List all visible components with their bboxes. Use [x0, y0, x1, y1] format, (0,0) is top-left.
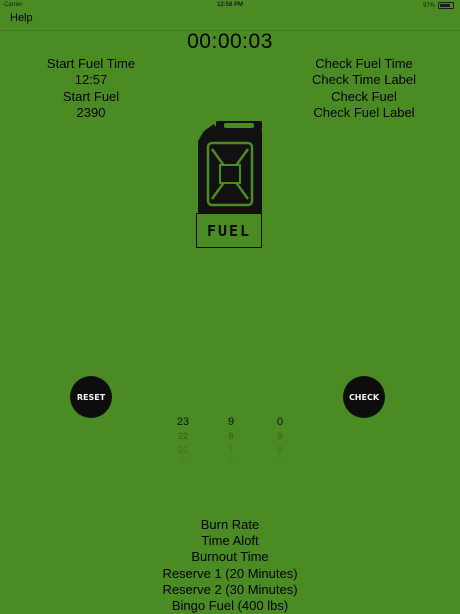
picker-value: 7 — [228, 445, 234, 455]
picker-value: 8 — [277, 445, 283, 455]
time-aloft-label: Time Aloft — [201, 533, 259, 549]
nav-bar: Help — [0, 10, 460, 31]
picker-value: 9 — [277, 431, 283, 441]
fuel-logo-text: FUEL — [206, 221, 252, 240]
picker-value: 22 — [177, 431, 188, 441]
picker-column-tens[interactable]: 0 9 8 7 — [260, 415, 300, 463]
battery-icon — [438, 2, 454, 9]
check-fuel-label: Check Fuel — [331, 88, 397, 104]
picker-value: 9 — [227, 416, 235, 428]
picker-value: 7 — [278, 457, 282, 463]
start-fuel-value: 2390 — [76, 104, 106, 120]
results-list: Burn Rate Time Aloft Burnout Time Reserv… — [0, 517, 460, 614]
burn-rate-label: Burn Rate — [200, 517, 260, 532]
battery-percent: 97% — [422, 2, 435, 9]
check-button[interactable]: CHECK — [343, 376, 385, 418]
start-fuel-label: Start Fuel — [62, 88, 120, 104]
elapsed-timer: 00:00:03 — [187, 30, 273, 53]
check-fuel-value: Check Fuel Label — [313, 104, 415, 120]
reserve-2-label: Reserve 2 (30 Minutes) — [162, 581, 298, 597]
picker-value: 6 — [229, 457, 233, 463]
reset-button[interactable]: RESET — [70, 376, 112, 418]
start-info: Start Fuel Time 12:57 Start Fuel 2390 — [1, 56, 181, 121]
picker-value: 8 — [228, 431, 234, 441]
fuel-logo: FUEL — [196, 213, 262, 248]
picker-column-thousands[interactable]: 23 22 21 20 — [163, 415, 203, 463]
jerry-can-icon — [198, 121, 262, 214]
picker-column-hundreds[interactable]: 9 8 7 6 — [211, 415, 251, 463]
clock: 12:58 PM — [216, 2, 243, 8]
picker-value: 23 — [176, 416, 190, 428]
status-bar: Carrier 12:58 PM 97% — [0, 0, 460, 10]
start-fuel-time-value: 12:57 — [74, 72, 108, 88]
burnout-time-label: Burnout Time — [191, 549, 269, 565]
start-fuel-time-label: Start Fuel Time — [46, 56, 136, 71]
picker-value: 21 — [177, 445, 188, 455]
battery-indicator: 97% — [423, 2, 454, 9]
reserve-1-label: Reserve 1 (20 Minutes) — [162, 565, 298, 581]
check-info: Check Fuel Time Check Time Label Check F… — [274, 56, 454, 121]
bingo-fuel-label: Bingo Fuel (400 lbs) — [171, 598, 289, 614]
fuel-picker[interactable]: 23 22 21 20 9 8 7 6 0 9 8 7 — [0, 415, 460, 465]
check-fuel-time-label: Check Fuel Time — [315, 56, 413, 71]
picker-value: 0 — [276, 416, 284, 428]
check-time-value: Check Time Label — [311, 72, 417, 88]
help-button[interactable]: Help — [10, 12, 33, 24]
picker-value: 20 — [179, 457, 187, 463]
